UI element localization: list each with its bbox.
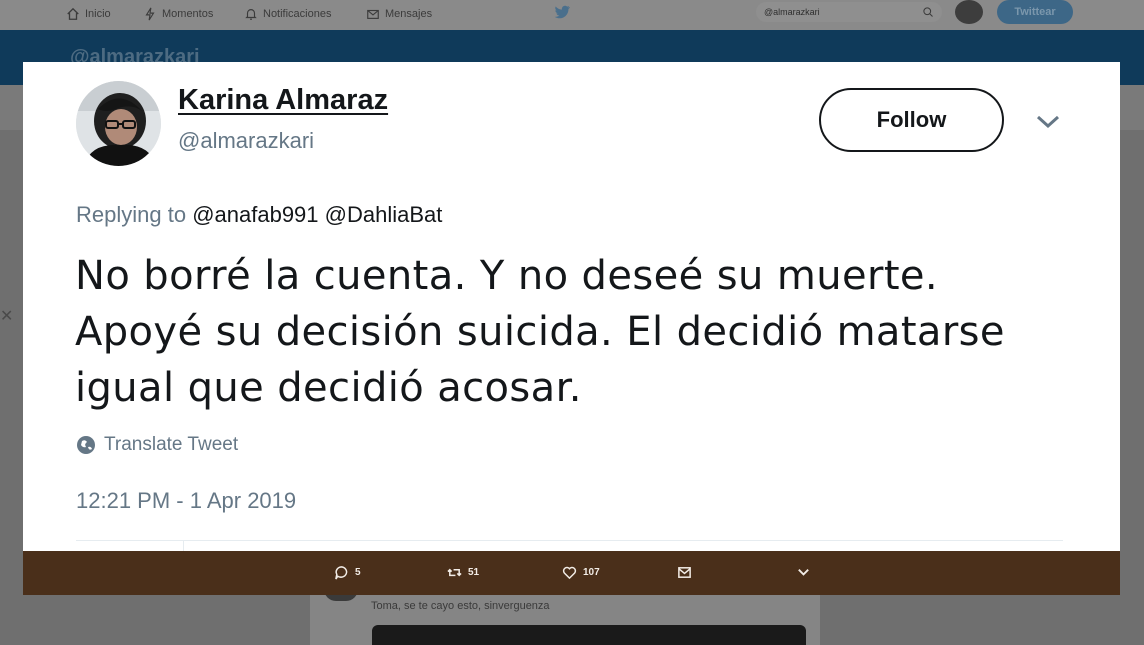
replying-mentions[interactable]: @anafab991 @DahliaBat — [192, 202, 442, 227]
search-value: @almarazkari — [764, 7, 820, 17]
more-button[interactable] — [796, 565, 811, 580]
tweet-card: Karina Almaraz @almarazkari Follow Reply… — [23, 62, 1120, 551]
tweet-timestamp[interactable]: 12:21 PM - 1 Apr 2019 — [76, 488, 296, 514]
nav-label: Momentos — [162, 8, 214, 20]
user-avatar[interactable] — [955, 0, 983, 24]
retweet-icon — [447, 568, 462, 577]
like-button[interactable]: 107 — [562, 565, 600, 580]
user-handle[interactable]: @almarazkari — [178, 128, 314, 154]
avatar[interactable] — [76, 81, 161, 166]
search-icon[interactable] — [922, 6, 934, 18]
follow-button[interactable]: Follow — [819, 88, 1004, 152]
chevron-down-icon — [798, 569, 809, 576]
twitter-bird-icon[interactable] — [553, 3, 571, 21]
translate-tweet-link[interactable]: Translate Tweet — [76, 434, 238, 456]
compose-tweet-button[interactable]: Twittear — [997, 0, 1073, 24]
lightning-icon — [145, 7, 155, 21]
nav-item-momentos[interactable]: Momentos — [143, 5, 213, 23]
nav-item-mensajes[interactable]: Mensajes — [366, 5, 432, 23]
nav-label: Mensajes — [385, 8, 433, 20]
reply-count: 5 — [355, 567, 361, 578]
bell-icon — [245, 9, 257, 20]
replying-to: Replying to @anafab991 @DahliaBat — [76, 202, 442, 228]
translate-label: Translate Tweet — [104, 434, 239, 455]
reply-button[interactable]: 5 — [334, 565, 361, 580]
close-icon[interactable]: ✕ — [0, 306, 13, 326]
retweet-count: 51 — [468, 567, 480, 578]
display-name[interactable]: Karina Almaraz — [178, 84, 388, 117]
top-navigation-bar: Inicio Momentos Notificaciones Mensajes … — [0, 0, 1144, 30]
mail-icon — [678, 567, 691, 578]
tweet-text: No borré la cuenta. Y no deseé su muerte… — [75, 253, 1005, 411]
chevron-down-icon[interactable] — [1035, 112, 1061, 132]
nav-label: Inicio — [85, 8, 111, 20]
nav-label: Notificaciones — [263, 8, 332, 20]
tweet-action-bar: 5 51 107 — [23, 551, 1120, 595]
divider — [76, 540, 1063, 541]
nav-item-notificaciones[interactable]: Notificaciones — [244, 5, 331, 23]
mail-icon — [367, 9, 379, 19]
reply-text: Toma, se te cayo esto, sinverguenza — [371, 600, 550, 612]
reply-icon — [335, 566, 348, 580]
heart-icon — [562, 566, 577, 580]
globe-icon — [77, 436, 95, 454]
home-icon — [67, 7, 79, 20]
profile-photo — [76, 81, 161, 166]
divider — [183, 540, 184, 551]
nav-item-inicio[interactable]: Inicio — [66, 5, 111, 23]
retweet-button[interactable]: 51 — [447, 565, 479, 580]
direct-message-button[interactable] — [677, 565, 692, 580]
reply-media[interactable] — [372, 625, 806, 645]
search-input[interactable]: @almarazkari — [756, 2, 942, 22]
replying-prefix: Replying to — [76, 202, 187, 227]
reply-preview-card[interactable]: Toma, se te cayo esto, sinverguenza — [310, 589, 820, 645]
like-count: 107 — [583, 567, 600, 578]
